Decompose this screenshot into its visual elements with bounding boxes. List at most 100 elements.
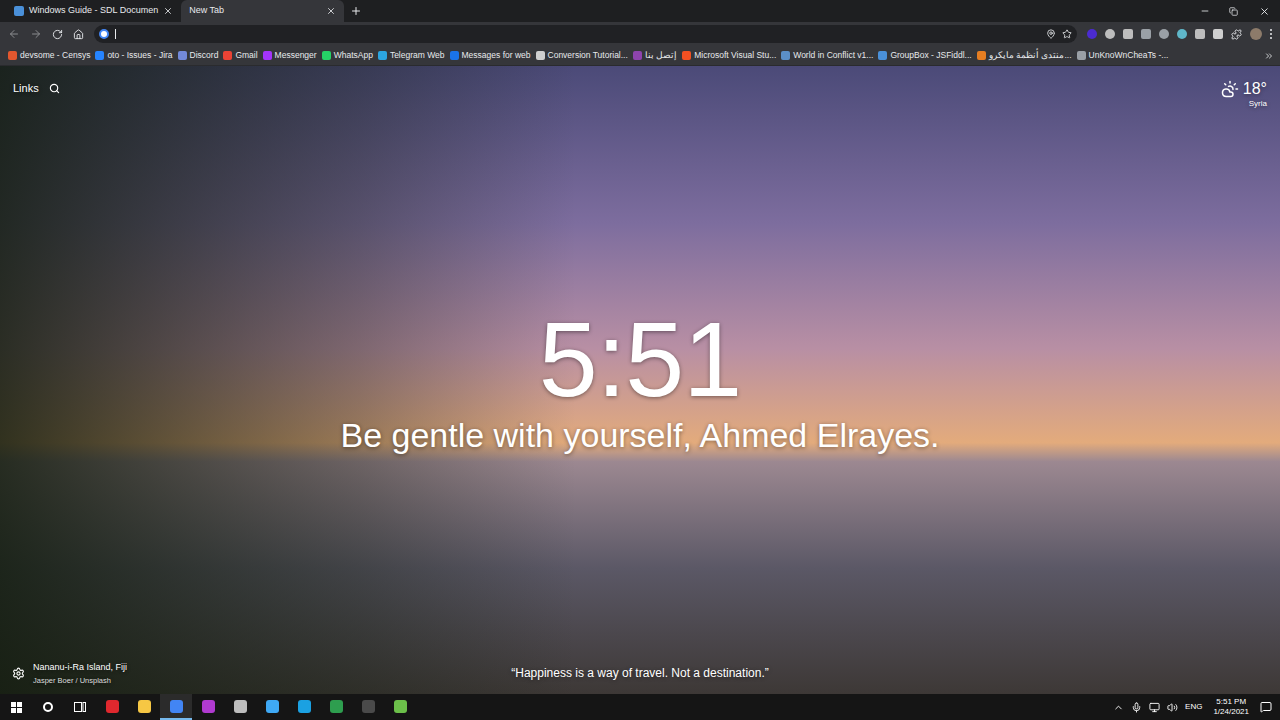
bookmark-item[interactable]: GroupBox - JSFiddl...	[878, 49, 971, 62]
new-tab-button[interactable]	[344, 0, 368, 22]
extension-icon[interactable]	[1195, 29, 1205, 39]
bookmark-label: World in Conflict v1...	[793, 49, 873, 62]
app-icon	[394, 700, 407, 713]
bookmark-item[interactable]: إتصل بنا	[633, 49, 677, 62]
reload-icon[interactable]	[52, 29, 63, 40]
bookmark-favicon-icon	[536, 51, 545, 60]
taskbar-app[interactable]	[256, 694, 288, 720]
forward-icon[interactable]	[30, 28, 42, 40]
volume-icon[interactable]	[1167, 702, 1178, 713]
system-tray: ENG 5:51 PM1/24/2021	[1113, 697, 1280, 717]
extension-icon[interactable]	[1105, 29, 1115, 39]
bookmark-favicon-icon	[1077, 51, 1086, 60]
quote[interactable]: “Happiness is a way of travel. Not a des…	[511, 664, 768, 682]
close-button[interactable]	[1248, 6, 1280, 17]
task-view-button[interactable]	[64, 694, 96, 720]
extension-icon[interactable]	[1123, 29, 1133, 39]
bookmark-label: منتدى أنظمة مايكرو...	[989, 49, 1072, 62]
bookmark-favicon-icon	[178, 51, 187, 60]
app-icon	[202, 700, 215, 713]
bookmark-item[interactable]: Gmail	[223, 49, 257, 62]
taskbar-app[interactable]	[224, 694, 256, 720]
bookmark-label: Conversion Tutorial...	[548, 49, 628, 62]
back-icon[interactable]	[8, 28, 20, 40]
bookmark-label: Messenger	[275, 49, 317, 62]
overflow-icon[interactable]	[1264, 51, 1274, 61]
star-icon[interactable]	[1062, 29, 1072, 39]
links-button[interactable]: Links	[13, 80, 39, 97]
start-button[interactable]	[0, 694, 32, 720]
network-icon[interactable]	[1149, 702, 1160, 713]
bookmark-label: Messages for web	[462, 49, 531, 62]
restore-button[interactable]	[1219, 7, 1248, 16]
bookmark-item[interactable]: Microsoft Visual Stu...	[682, 49, 776, 62]
puzzle-icon[interactable]	[1231, 29, 1242, 40]
taskbar-app[interactable]	[384, 694, 416, 720]
extension-icon[interactable]	[1141, 29, 1151, 39]
app-icon	[170, 700, 183, 713]
bookmark-item[interactable]: WhatsApp	[322, 49, 373, 62]
bookmark-favicon-icon	[95, 51, 104, 60]
close-icon[interactable]	[163, 6, 173, 16]
app-icon	[330, 700, 343, 713]
weather-icon	[1221, 80, 1239, 98]
extensions	[1087, 28, 1272, 40]
taskbar-app[interactable]	[192, 694, 224, 720]
taskbar-app[interactable]	[96, 694, 128, 720]
bookmark-item[interactable]: منتدى أنظمة مايكرو...	[977, 49, 1072, 62]
cortana-icon	[43, 702, 53, 712]
bookmark-item[interactable]: oto - Issues - Jira	[95, 49, 172, 62]
taskbar: ENG 5:51 PM1/24/2021	[0, 694, 1280, 720]
text-cursor	[115, 29, 116, 39]
bookmark-item[interactable]: Discord	[178, 49, 219, 62]
bookmark-item[interactable]: Messages for web	[450, 49, 531, 62]
app-icon	[266, 700, 279, 713]
bookmark-item[interactable]: Messenger	[263, 49, 317, 62]
avatar-icon[interactable]	[1250, 28, 1262, 40]
close-window-icon	[1259, 6, 1270, 17]
toolbar	[0, 22, 1280, 46]
taskbar-app[interactable]	[320, 694, 352, 720]
bookmark-favicon-icon	[633, 51, 642, 60]
close-icon[interactable]	[326, 6, 336, 16]
weather[interactable]: 18°Syria	[1221, 80, 1267, 110]
search-icon[interactable]	[49, 83, 60, 94]
taskbar-app[interactable]	[128, 694, 160, 720]
browser-tab[interactable]: Windows Guide - SDL Documen	[6, 0, 181, 22]
bookmark-item[interactable]: Telegram Web	[378, 49, 445, 62]
search-button[interactable]	[32, 694, 64, 720]
minimize-icon	[1200, 6, 1210, 16]
chevron-up-icon[interactable]	[1113, 702, 1124, 713]
bookmark-item[interactable]: UnKnoWnCheaTs -...	[1077, 49, 1169, 62]
bookmark-label: GroupBox - JSFiddl...	[890, 49, 971, 62]
location-icon[interactable]	[1046, 29, 1056, 39]
address-bar[interactable]	[94, 25, 1077, 43]
minimize-button[interactable]	[1190, 6, 1219, 16]
settings-icon[interactable]	[12, 667, 25, 680]
microphone-icon[interactable]	[1131, 702, 1142, 713]
bookmark-favicon-icon	[781, 51, 790, 60]
tab-favicon-icon	[14, 6, 24, 16]
bookmark-item[interactable]: devsome - Censys	[8, 49, 90, 62]
bookmark-favicon-icon	[977, 51, 986, 60]
extension-icon[interactable]	[1213, 29, 1223, 39]
taskbar-app[interactable]	[288, 694, 320, 720]
bookmark-item[interactable]: World in Conflict v1...	[781, 49, 873, 62]
photo-info[interactable]: Nananu-i-Ra Island, FijiJasper Boer / Un…	[33, 661, 127, 686]
home-icon[interactable]	[73, 29, 84, 40]
extension-icon[interactable]	[1159, 29, 1169, 39]
taskbar-app[interactable]	[160, 694, 192, 720]
language-indicator[interactable]: ENG	[1185, 701, 1202, 713]
menu-icon[interactable]	[1270, 29, 1272, 39]
bookmark-label: devsome - Censys	[20, 49, 90, 62]
bookmark-label: Microsoft Visual Stu...	[694, 49, 776, 62]
browser-tab[interactable]: New Tab	[181, 0, 344, 22]
clock-tray[interactable]: 5:51 PM1/24/2021	[1209, 697, 1253, 717]
bookmark-item[interactable]: Conversion Tutorial...	[536, 49, 628, 62]
bookmark-label: إتصل بنا	[645, 49, 677, 62]
extension-icon[interactable]	[1087, 29, 1097, 39]
extension-icon[interactable]	[1177, 29, 1187, 39]
photo-location: Nananu-i-Ra Island, Fiji	[33, 661, 127, 675]
taskbar-app[interactable]	[352, 694, 384, 720]
notifications-icon[interactable]	[1260, 701, 1272, 713]
